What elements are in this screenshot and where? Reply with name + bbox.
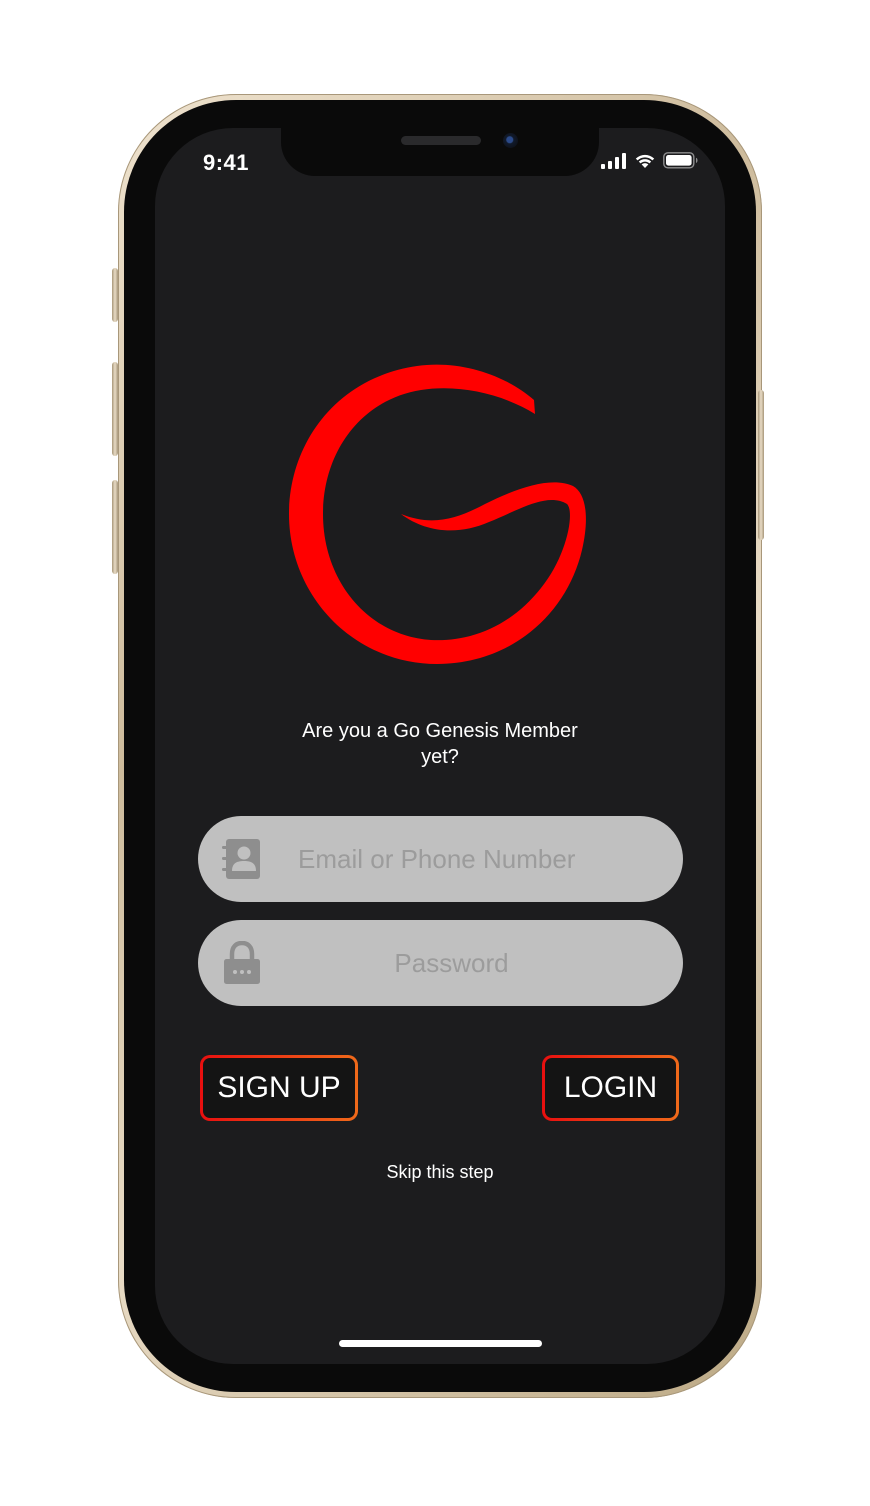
member-prompt: Are you a Go Genesis Member yet? xyxy=(155,718,725,770)
password-field[interactable] xyxy=(198,920,683,1006)
cellular-signal-icon xyxy=(601,152,626,169)
battery-icon xyxy=(663,152,698,169)
app-screen: 9:41 Are you a Go Genesis Member yet? Em… xyxy=(155,128,725,1364)
member-prompt-line1: Are you a Go Genesis Member xyxy=(302,720,578,742)
password-input[interactable] xyxy=(280,920,663,1006)
member-prompt-line2: yet? xyxy=(421,746,459,768)
status-icons xyxy=(601,152,699,169)
skip-step-link[interactable]: Skip this step xyxy=(155,1162,725,1183)
status-time: 9:41 xyxy=(203,150,250,175)
wifi-icon xyxy=(635,154,655,168)
home-indicator[interactable] xyxy=(339,1340,542,1347)
speaker-grille xyxy=(401,136,481,145)
notch xyxy=(281,128,599,176)
device-mockup: 9:41 Are you a Go Genesis Member yet? Em… xyxy=(0,0,870,1506)
logo-swoosh xyxy=(289,364,586,664)
mute-switch xyxy=(112,268,118,322)
login-button[interactable]: LOGIN xyxy=(542,1055,679,1121)
sign-up-button[interactable]: SIGN UP xyxy=(200,1055,358,1121)
go-genesis-logo xyxy=(289,364,586,664)
power-button xyxy=(758,390,764,540)
contact-book-icon xyxy=(222,839,260,879)
volume-up-button xyxy=(112,362,118,456)
volume-down-button xyxy=(112,480,118,574)
front-camera xyxy=(503,133,518,148)
email-input[interactable] xyxy=(280,816,663,902)
lock-icon xyxy=(224,941,260,984)
email-field[interactable] xyxy=(198,816,683,902)
